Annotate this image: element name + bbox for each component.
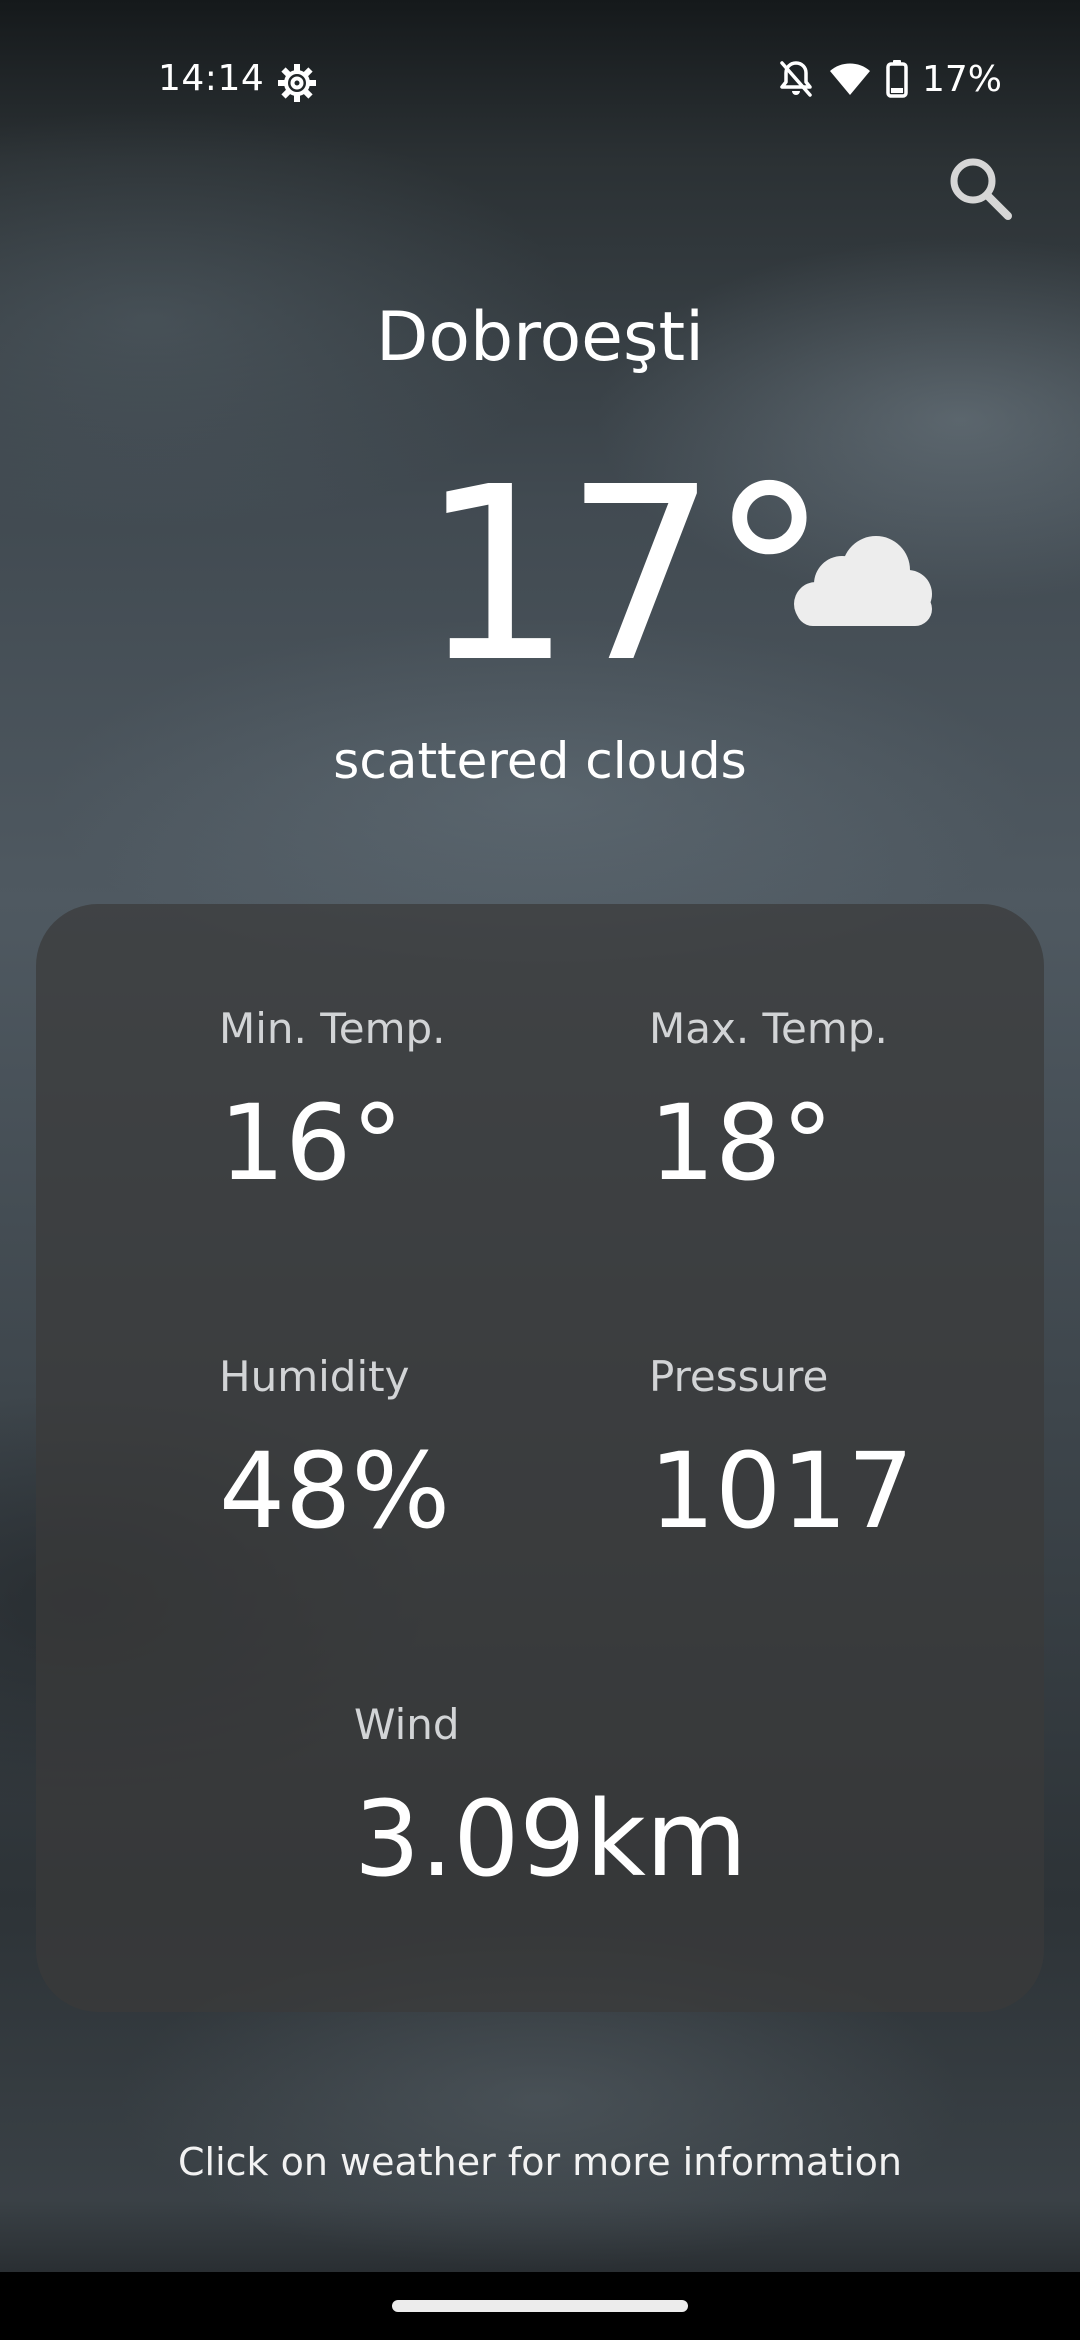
weather-description: scattered clouds bbox=[333, 732, 747, 790]
max-temp-section: Max. Temp. 18° bbox=[649, 1004, 888, 1195]
humidity-value: 48% bbox=[219, 1430, 451, 1552]
weather-details-card[interactable]: Min. Temp. 16° Max. Temp. 18° Humidity 4… bbox=[36, 904, 1044, 2012]
status-time: 14:14 bbox=[158, 58, 265, 99]
city-name: Dobroeşti bbox=[375, 298, 704, 377]
pressure-value: 1017 bbox=[649, 1430, 914, 1552]
notifications-off-icon bbox=[778, 59, 814, 99]
wind-value: 3.09km bbox=[354, 1778, 748, 1900]
wind-label: Wind bbox=[354, 1700, 460, 1749]
humidity-section: Humidity 48% bbox=[219, 1352, 450, 1543]
home-indicator[interactable] bbox=[392, 2300, 688, 2312]
max-temp-label: Max. Temp. bbox=[649, 1004, 888, 1053]
pressure-section: Pressure 1017 bbox=[649, 1352, 914, 1543]
min-temp-label: Min. Temp. bbox=[219, 1004, 446, 1053]
min-temp-section: Min. Temp. 16° bbox=[219, 1004, 446, 1195]
wifi-icon bbox=[828, 61, 872, 97]
status-bar: 14:14 17% bbox=[0, 0, 1080, 165]
more-info-hint: Click on weather for more information bbox=[177, 2140, 902, 2184]
battery-percent: 17% bbox=[921, 58, 1002, 100]
humidity-label: Humidity bbox=[219, 1352, 410, 1401]
settings-gear-icon bbox=[276, 62, 318, 104]
min-temp-value: 16° bbox=[219, 1082, 404, 1204]
pressure-label: Pressure bbox=[649, 1352, 829, 1401]
battery-icon bbox=[886, 60, 908, 98]
max-temp-value: 18° bbox=[649, 1082, 834, 1204]
search-icon bbox=[950, 158, 1012, 220]
search-button[interactable] bbox=[944, 152, 1016, 224]
cloud-icon bbox=[786, 532, 938, 632]
status-indicators: 17% bbox=[778, 56, 1002, 102]
current-temperature[interactable]: 17° bbox=[420, 455, 829, 695]
wind-section: Wind 3.09km bbox=[354, 1700, 747, 1891]
